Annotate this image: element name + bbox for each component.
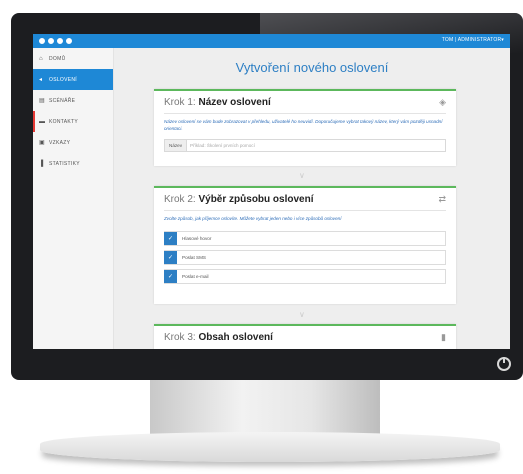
message-icon: ▣ xyxy=(39,140,45,146)
option-label: Poslat e-mail xyxy=(182,274,209,279)
sidebar: ⌂ DOMŮ ◂ OSLOVENÍ ▤ SCÉNÁŘE ▬ KONTAKTY ▣… xyxy=(33,48,114,349)
option-voice-call[interactable]: ✓ Hlasové hovor xyxy=(164,231,446,246)
name-input[interactable] xyxy=(187,140,445,151)
page-title: Vytvoření nového oslovení xyxy=(235,60,389,75)
step1-heading: Krok 1: Název oslovení ◈ xyxy=(164,97,446,108)
sidebar-item-label: VZKAZY xyxy=(49,139,71,146)
sidebar-item-vzkazy[interactable]: ▣ VZKAZY xyxy=(33,132,113,153)
step3-heading: Krok 3: Obsah oslovení ▮ xyxy=(164,332,446,343)
home-icon: ⌂ xyxy=(39,55,43,62)
chevron-down-icon: ∨ xyxy=(299,310,305,319)
tag-icon: ◈ xyxy=(439,97,446,107)
step3-title: Obsah oslovení xyxy=(198,332,273,343)
top-bar: TOM | ADMINISTRATOR▾ xyxy=(33,34,510,48)
sidebar-item-label: DOMŮ xyxy=(49,55,66,62)
divider xyxy=(164,210,446,211)
step2-number: Krok 2: xyxy=(164,194,196,205)
sidebar-item-label: STATISTIKY xyxy=(49,160,80,167)
megaphone-icon: ◂ xyxy=(39,77,43,83)
user-menu[interactable]: TOM | ADMINISTRATOR▾ xyxy=(442,37,504,43)
option-label: Poslat SMS xyxy=(182,255,206,260)
sidebar-item-label: SCÉNÁŘE xyxy=(49,97,76,104)
document-icon: ▮ xyxy=(441,332,446,342)
sidebar-item-label: KONTAKTY xyxy=(49,118,78,125)
main-content: Vytvoření nového oslovení Krok 1: Název … xyxy=(114,48,510,349)
step1-title: Název oslovení xyxy=(198,97,271,108)
step3-number: Krok 3: xyxy=(164,332,196,343)
step2-heading: Krok 2: Výběr způsobu oslovení ⇄ xyxy=(164,194,446,205)
monitor-stand-neck xyxy=(150,380,380,440)
monitor-stand-base xyxy=(40,432,500,462)
sidebar-item-home[interactable]: ⌂ DOMŮ xyxy=(33,48,113,69)
step1-number: Krok 1: xyxy=(164,97,196,108)
shuffle-icon: ⇄ xyxy=(438,194,446,204)
chart-icon: ▐ xyxy=(39,160,44,167)
power-icon[interactable] xyxy=(497,357,511,371)
screen: TOM | ADMINISTRATOR▾ ⌂ DOMŮ ◂ OSLOVENÍ ▤… xyxy=(33,34,510,349)
name-input-group: Název xyxy=(164,139,446,152)
step1-card: Krok 1: Název oslovení ◈ Název oslovení … xyxy=(154,89,456,166)
option-label: Hlasové hovor xyxy=(182,236,212,241)
sidebar-item-statistiky[interactable]: ▐ STATISTIKY xyxy=(33,153,113,174)
step2-card: Krok 2: Výběr způsobu oslovení ⇄ Zvolte … xyxy=(154,186,456,304)
app-logo[interactable] xyxy=(38,37,73,45)
name-input-addon: Název xyxy=(165,140,188,151)
divider xyxy=(164,113,446,114)
step3-card: Krok 3: Obsah oslovení ▮ xyxy=(154,324,456,349)
chevron-down-icon: ∨ xyxy=(299,171,305,180)
option-sms[interactable]: ✓ Poslat SMS xyxy=(164,250,446,265)
file-icon: ▤ xyxy=(39,98,45,104)
sidebar-item-label: OSLOVENÍ xyxy=(49,76,77,83)
step2-title: Výběr způsobu oslovení xyxy=(198,194,314,205)
folder-icon: ▬ xyxy=(39,118,46,125)
check-icon[interactable]: ✓ xyxy=(164,232,177,245)
sidebar-item-osloveni[interactable]: ◂ OSLOVENÍ xyxy=(33,69,113,90)
check-icon[interactable]: ✓ xyxy=(164,270,177,283)
check-icon[interactable]: ✓ xyxy=(164,251,177,264)
step2-hint: Zvolte způsob, jak příjemce oslovíte. Mů… xyxy=(164,216,342,221)
sidebar-item-scenare[interactable]: ▤ SCÉNÁŘE xyxy=(33,90,113,111)
option-email[interactable]: ✓ Poslat e-mail xyxy=(164,269,446,284)
sidebar-item-kontakty[interactable]: ▬ KONTAKTY xyxy=(33,111,113,132)
step1-hint: Název oslovení se vám bude zobrazovat v … xyxy=(164,119,443,131)
